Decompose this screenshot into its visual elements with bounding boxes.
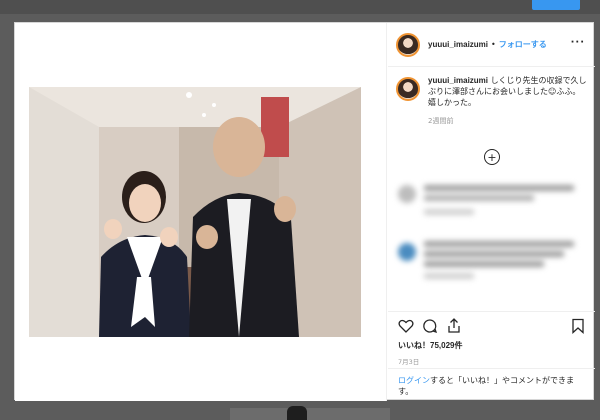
login-link[interactable]: ログイン <box>398 376 430 385</box>
blurred-line <box>424 241 574 247</box>
next-post-peek-dark <box>287 406 307 420</box>
blurred-avatar <box>398 185 416 203</box>
photo-illustration <box>29 87 361 337</box>
blurred-avatar <box>398 243 416 261</box>
caption-avatar[interactable] <box>396 77 420 101</box>
more-options-icon[interactable]: ··· <box>571 37 585 48</box>
share-icon[interactable] <box>446 318 462 334</box>
action-icon-row <box>388 312 595 340</box>
likes-count[interactable]: いいね！75,029件 <box>388 340 595 351</box>
blurred-line <box>424 195 534 201</box>
blurred-comment <box>398 237 583 281</box>
comment-icon[interactable] <box>422 318 438 334</box>
caption: yuuui_imaizumi しくじり先生の収録で久しぶりに澤部さんにお会いしま… <box>396 75 587 126</box>
top-login-button[interactable] <box>532 0 580 10</box>
caption-time-ago[interactable]: 2週間前 <box>428 116 587 126</box>
header-username[interactable]: yuuui_imaizumi <box>428 40 488 49</box>
browser-top-bar <box>0 0 600 14</box>
post-header: yuuui_imaizumi • フォローする ··· <box>388 23 595 67</box>
login-prompt: ログインすると「いいね！」やコメントができます。 <box>388 368 595 402</box>
photo-area <box>15 23 387 401</box>
post-actions: いいね！75,029件 7月3日 ログインすると「いいね！」やコメントができます… <box>388 311 595 401</box>
post-modal: yuuui_imaizumi • フォローする ··· yuuui_imaizu… <box>14 22 595 401</box>
blurred-line <box>424 261 544 267</box>
post-date[interactable]: 7月3日 <box>388 356 595 366</box>
caption-text: yuuui_imaizumi しくじり先生の収録で久しぶりに澤部さんにお会いしま… <box>428 75 587 108</box>
user-avatar[interactable] <box>396 32 420 57</box>
caption-body: yuuui_imaizumi しくじり先生の収録で久しぶりに澤部さんにお会いしま… <box>428 75 587 126</box>
heart-icon[interactable] <box>398 318 414 334</box>
follow-button[interactable]: フォローする <box>499 39 547 50</box>
bookmark-icon[interactable] <box>570 318 586 334</box>
post-side-panel: yuuui_imaizumi • フォローする ··· yuuui_imaizu… <box>388 23 595 401</box>
plus-circle-icon[interactable]: + <box>484 149 500 165</box>
comment-area: yuuui_imaizumi しくじり先生の収録で久しぶりに澤部さんにお会いしま… <box>388 67 595 311</box>
blurred-line <box>424 209 474 215</box>
blurred-comment <box>398 179 583 223</box>
blurred-line <box>424 185 574 191</box>
blurred-line <box>424 273 474 279</box>
caption-username[interactable]: yuuui_imaizumi <box>428 76 488 85</box>
blurred-line <box>424 251 564 257</box>
post-photo[interactable] <box>29 87 361 337</box>
header-separator: • <box>491 40 496 49</box>
next-post-peek <box>230 408 390 420</box>
